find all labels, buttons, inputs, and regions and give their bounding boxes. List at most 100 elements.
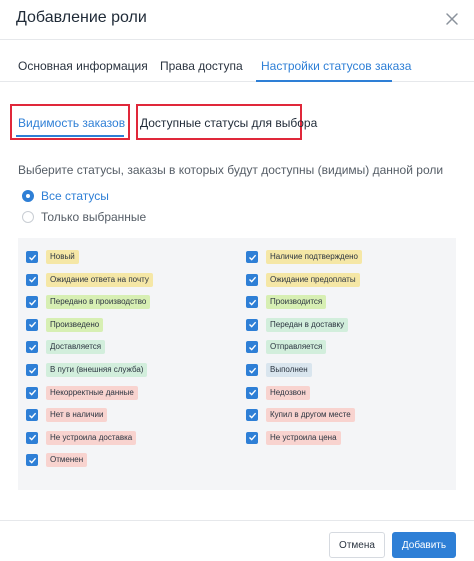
status-item[interactable]: Произведено	[26, 316, 104, 334]
status-badge: Отменен	[46, 453, 88, 468]
status-checkbox[interactable]	[26, 296, 38, 309]
radio-all-statuses[interactable]: Все статусы	[22, 189, 109, 203]
tab-basic-info[interactable]: Основная информация	[18, 59, 148, 73]
status-badge: Купил в другом месте	[266, 408, 355, 423]
radio-label: Только выбранные	[41, 210, 147, 224]
radio-button-checked[interactable]	[22, 190, 34, 202]
status-badge: Произведено	[46, 317, 104, 332]
check-icon	[28, 322, 36, 328]
status-badge: Передан в доставку	[266, 317, 349, 332]
status-badge: Некорректные данные	[46, 385, 138, 400]
status-badge: Доставляется	[46, 340, 106, 355]
status-item[interactable]: Нет в наличии	[26, 406, 108, 424]
subtab-available-statuses[interactable]: Доступные статусы для выбора	[140, 116, 317, 130]
tab-bar: Основная информация Права доступа Настро…	[0, 52, 474, 82]
status-badge: Не устроила доставка	[46, 430, 137, 445]
status-checkbox[interactable]	[246, 341, 258, 354]
radio-label: Все статусы	[41, 189, 109, 203]
check-icon	[28, 299, 36, 306]
check-icon	[28, 344, 36, 351]
check-icon	[248, 322, 256, 328]
status-checkbox[interactable]	[26, 386, 38, 399]
radio-selected-only[interactable]: Только выбранные	[22, 210, 146, 224]
dialog-title: Добавление роли	[16, 9, 147, 26]
check-icon	[248, 299, 256, 306]
status-item[interactable]: Отменен	[26, 451, 88, 469]
status-checkbox[interactable]	[246, 409, 258, 422]
status-checkbox[interactable]	[246, 431, 258, 444]
status-item[interactable]: Новый	[26, 248, 79, 266]
status-checkbox[interactable]	[26, 341, 38, 354]
status-item[interactable]: В пути (внешняя служба)	[26, 361, 148, 379]
check-icon	[248, 367, 256, 374]
status-checkbox[interactable]	[246, 296, 258, 309]
status-item[interactable]: Ожидание ответа на почту	[26, 271, 153, 289]
status-list-panel: Новый Ожидание ответа на почту Передано …	[18, 238, 456, 490]
status-item[interactable]: Не устроила доставка	[26, 429, 137, 447]
close-icon[interactable]	[442, 9, 462, 29]
active-tab-indicator	[256, 80, 392, 82]
check-icon	[248, 412, 256, 419]
status-badge: Недозвон	[266, 385, 310, 400]
dialog-footer: Отмена Добавить	[0, 520, 474, 561]
status-item[interactable]: Отправляется	[246, 338, 327, 356]
check-icon	[28, 435, 36, 441]
active-subtab-indicator	[16, 135, 124, 137]
status-checkbox[interactable]	[26, 318, 38, 331]
status-item[interactable]: Передано в производство	[26, 293, 151, 311]
check-icon	[28, 254, 36, 261]
status-checkbox[interactable]	[26, 454, 38, 467]
status-item[interactable]: Ожидание предоплаты	[246, 271, 360, 289]
status-checkbox[interactable]	[246, 251, 258, 263]
status-checkbox[interactable]	[246, 273, 258, 286]
close-button[interactable]	[442, 9, 462, 29]
check-icon	[28, 276, 36, 283]
status-checkbox[interactable]	[26, 409, 38, 422]
visibility-description: Выберите статусы, заказы в которых будут…	[18, 163, 444, 177]
status-badge: Производится	[266, 295, 327, 310]
status-item[interactable]: Недозвон	[246, 384, 310, 402]
status-checkbox[interactable]	[26, 273, 38, 286]
tab-access-rights[interactable]: Права доступа	[160, 59, 243, 73]
subtab-order-visibility[interactable]: Видимость заказов	[18, 116, 125, 130]
status-badge: Новый	[46, 250, 79, 264]
status-checkbox[interactable]	[26, 364, 38, 376]
dialog-header: Добавление роли	[0, 0, 474, 40]
status-checkbox[interactable]	[246, 364, 258, 376]
status-badge: В пути (внешняя служба)	[46, 363, 148, 377]
status-item[interactable]: Купил в другом месте	[246, 406, 355, 424]
status-item[interactable]: Передан в доставку	[246, 316, 349, 334]
check-icon	[28, 367, 36, 374]
check-icon	[248, 389, 256, 396]
status-badge: Ожидание ответа на почту	[46, 272, 153, 287]
status-badge: Ожидание предоплаты	[266, 272, 360, 287]
status-checkbox[interactable]	[246, 318, 258, 331]
status-checkbox[interactable]	[26, 431, 38, 444]
check-icon	[248, 344, 256, 351]
status-checkbox[interactable]	[246, 386, 258, 399]
subtab-bar: Видимость заказов Доступные статусы для …	[0, 104, 474, 140]
status-checkbox[interactable]	[26, 251, 38, 263]
status-item[interactable]: Производится	[246, 293, 327, 311]
check-icon	[28, 389, 36, 396]
status-item[interactable]: Наличие подтверждено	[246, 248, 363, 266]
status-badge: Нет в наличии	[46, 408, 108, 423]
status-badge: Не устроила цена	[266, 430, 341, 445]
status-item[interactable]: Доставляется	[26, 338, 106, 356]
check-icon	[248, 435, 256, 441]
tab-order-status-settings[interactable]: Настройки статусов заказа	[261, 59, 411, 73]
status-badge: Отправляется	[266, 340, 327, 355]
check-icon	[28, 457, 36, 464]
add-button[interactable]: Добавить	[392, 532, 456, 558]
check-icon	[28, 412, 36, 419]
status-item[interactable]: Некорректные данные	[26, 384, 138, 402]
status-badge: Выполнен	[266, 363, 312, 377]
status-item[interactable]: Не устроила цена	[246, 429, 341, 447]
status-badge: Наличие подтверждено	[266, 250, 363, 264]
cancel-button[interactable]: Отмена	[329, 532, 385, 558]
check-icon	[248, 254, 256, 261]
check-icon	[248, 276, 256, 283]
status-badge: Передано в производство	[46, 295, 151, 310]
radio-button[interactable]	[22, 211, 34, 223]
status-item[interactable]: Выполнен	[246, 361, 312, 379]
